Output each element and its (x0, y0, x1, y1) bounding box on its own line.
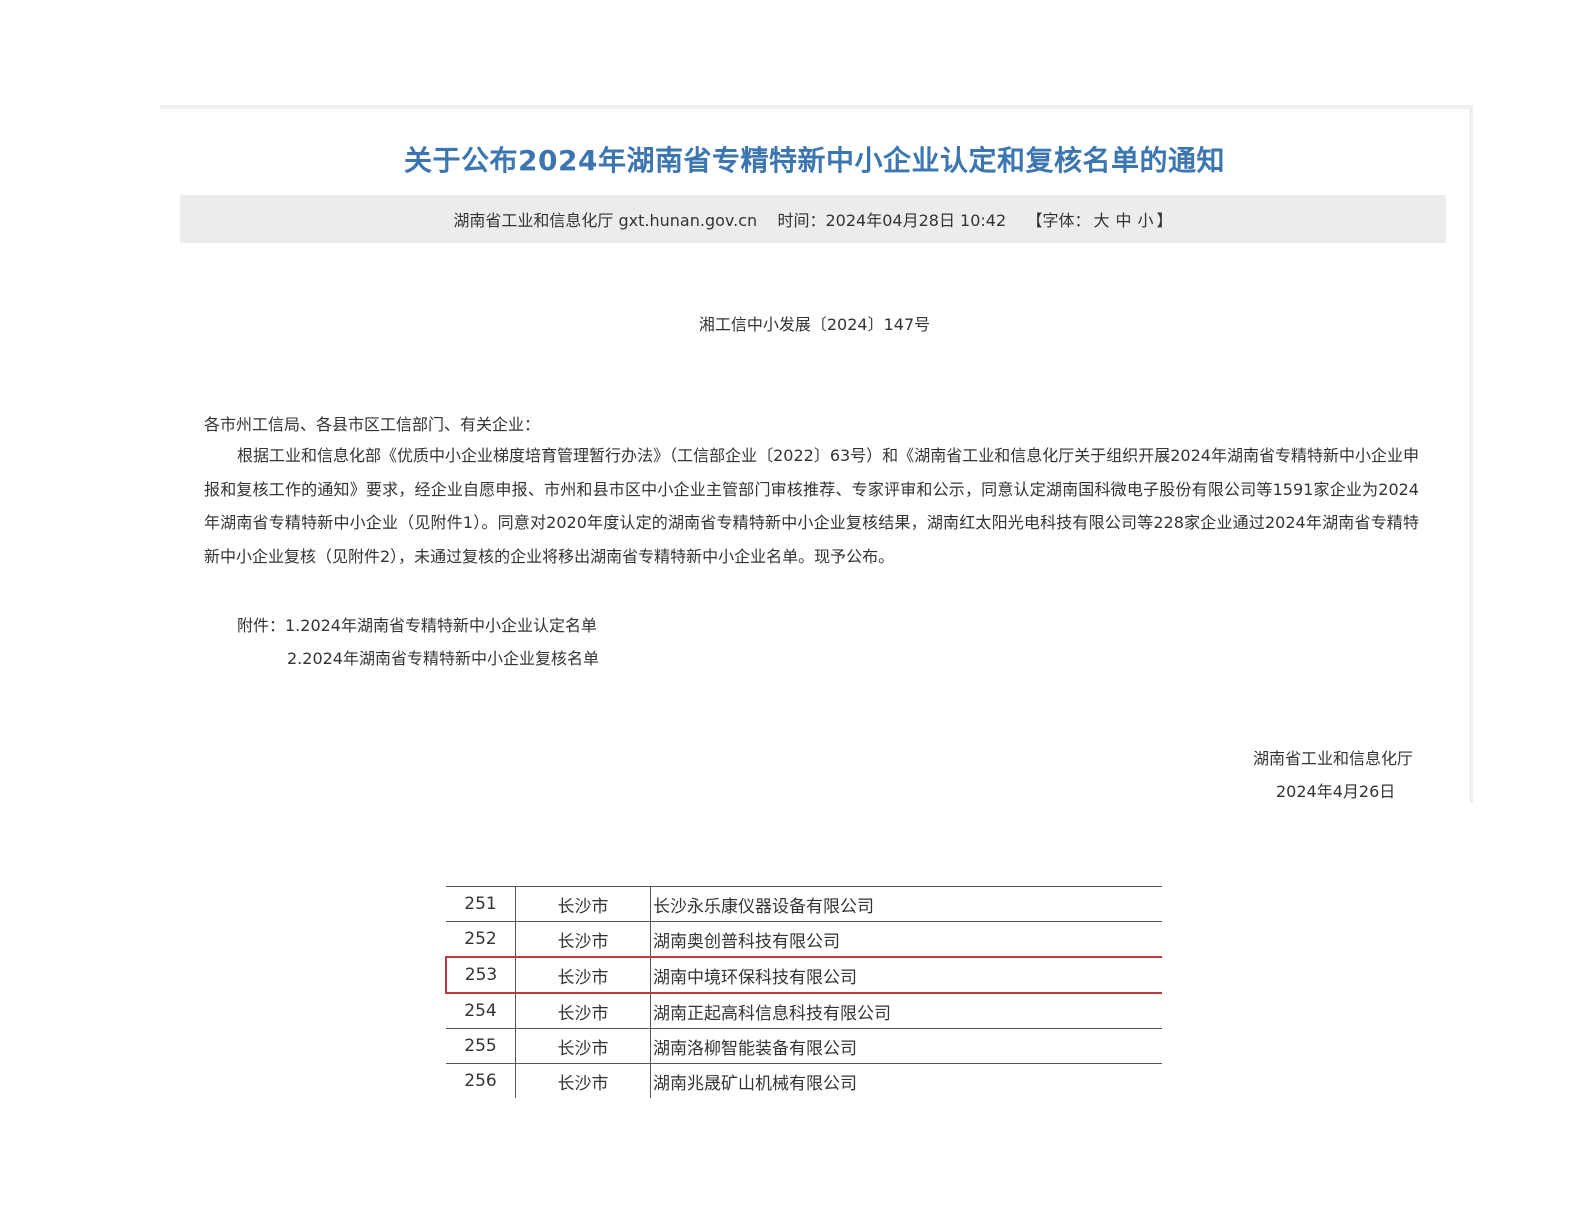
table-row-highlighted: 253 长沙市 湖南中境环保科技有限公司 (445, 956, 1162, 994)
row-number: 252 (446, 921, 516, 957)
row-company-name: 湖南正起高科信息科技有限公司 (653, 1003, 891, 1024)
row-number: 254 (446, 993, 516, 1029)
attachment-2[interactable]: 2.2024年湖南省专精特新中小企业复核名单 (287, 645, 599, 669)
article-title: 关于公布2024年湖南省专精特新中小企业认定和复核名单的通知 (404, 144, 1225, 177)
row-city: 长沙市 (515, 1063, 651, 1098)
publish-time: 时间：2024年04月28日 10:42 (777, 211, 1007, 230)
body-paragraph: 根据工业和信息化部《优质中小企业梯度培育管理暂行办法》（工信部企业〔2022〕6… (204, 446, 1419, 566)
company-list-table: 251 长沙市 长沙永乐康仪器设备有限公司 252 长沙市 湖南奥创普科技有限公… (445, 886, 1162, 1098)
table-row: 251 长沙市 长沙永乐康仪器设备有限公司 (446, 886, 1162, 922)
document-number: 湘工信中小发展〔2024〕147号 (698, 315, 931, 334)
article-meta-bar: 湖南省工业和信息化厅 gxt.hunan.gov.cn 时间：2024年04月2… (180, 195, 1446, 243)
table-row: 252 长沙市 湖南奥创普科技有限公司 (446, 921, 1162, 957)
font-medium-link[interactable]: 中 (1116, 207, 1132, 231)
salutation: 各市州工信局、各县市区工信部门、有关企业： (204, 415, 541, 434)
font-large-link[interactable]: 大 (1094, 207, 1110, 231)
row-company-name: 湖南兆晟矿山机械有限公司 (650, 1063, 1162, 1098)
row-company-name: 湖南洛柳智能装备有限公司 (650, 1028, 1162, 1064)
article-panel: 关于公布2024年湖南省专精特新中小企业认定和复核名单的通知 湖南省工业和信息化… (160, 105, 1473, 803)
font-size-label-open: 【字体： (1026, 211, 1091, 230)
table-row: 254 长沙市 湖南正起高科信息科技有限公司 (446, 993, 1162, 1029)
row-company-name: 长沙永乐康仪器设备有限公司 (650, 886, 1162, 922)
source-info: 湖南省工业和信息化厅 gxt.hunan.gov.cn (453, 211, 758, 230)
row-city: 长沙市 (515, 886, 651, 922)
row-city: 长沙市 (515, 921, 651, 957)
font-small-link[interactable]: 小 (1138, 207, 1154, 231)
row-city: 长沙市 (515, 993, 651, 1029)
attachment-1[interactable]: 附件：1.2024年湖南省专精特新中小企业认定名单 (237, 612, 597, 636)
row-number: 256 (446, 1063, 516, 1098)
row-number: 251 (446, 886, 516, 922)
signature-date: 2024年4月26日 (1276, 782, 1396, 801)
table-row: 255 长沙市 湖南洛柳智能装备有限公司 (446, 1028, 1162, 1064)
row-company-name: 湖南中境环保科技有限公司 (650, 956, 1162, 994)
signature-organization: 湖南省工业和信息化厅 (1253, 749, 1414, 768)
font-size-label-close: 】 (1156, 211, 1173, 230)
row-number: 255 (446, 1028, 516, 1064)
row-city: 长沙市 (515, 956, 651, 994)
row-city: 长沙市 (515, 1028, 651, 1064)
row-number: 253 (445, 956, 516, 994)
row-company-name: 湖南奥创普科技有限公司 (650, 921, 1162, 957)
table-row: 256 长沙市 湖南兆晟矿山机械有限公司 (446, 1063, 1162, 1098)
